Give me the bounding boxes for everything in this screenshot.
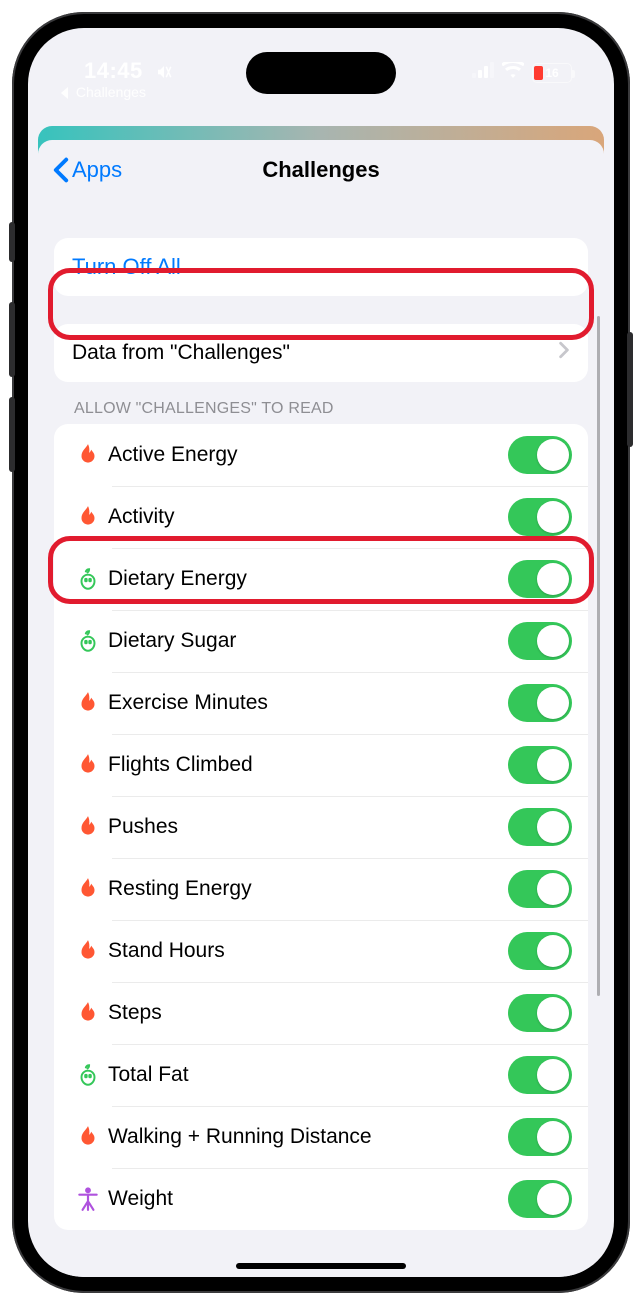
cellular-icon	[472, 62, 494, 83]
status-time: 14:45	[84, 58, 173, 87]
permission-row: Activity	[54, 486, 588, 548]
permission-label: Steps	[108, 1001, 508, 1025]
page-title: Challenges	[262, 157, 379, 183]
permission-row: Steps	[54, 982, 588, 1044]
screen: 14:45 Challenges 16	[28, 28, 614, 1277]
permission-label: Activity	[108, 505, 508, 529]
back-button[interactable]: Apps	[52, 157, 122, 183]
permission-row: Walking + Running Distance	[54, 1106, 588, 1168]
permission-toggle[interactable]	[508, 436, 572, 474]
permission-label: Total Fat	[108, 1063, 508, 1087]
permission-row: Exercise Minutes	[54, 672, 588, 734]
nav-bar: Apps Challenges	[38, 140, 604, 200]
permission-toggle[interactable]	[508, 622, 572, 660]
body-icon	[68, 1186, 108, 1212]
mute-switch	[9, 222, 15, 262]
permission-row: Weight	[54, 1168, 588, 1230]
permission-label: Stand Hours	[108, 939, 508, 963]
flame-icon	[68, 442, 108, 468]
volume-up	[9, 302, 15, 377]
volume-down	[9, 397, 15, 472]
flame-icon	[68, 1124, 108, 1150]
permission-row: Stand Hours	[54, 920, 588, 982]
permission-row: Dietary Energy	[54, 548, 588, 610]
apple-icon	[68, 566, 108, 592]
permission-toggle[interactable]	[508, 1180, 572, 1218]
flame-icon	[68, 1000, 108, 1026]
breadcrumb-back[interactable]: Challenges	[60, 84, 146, 100]
dynamic-island	[246, 52, 396, 94]
permission-row: Active Energy	[54, 424, 588, 486]
permission-label: Resting Energy	[108, 877, 508, 901]
device-frame: 14:45 Challenges 16	[12, 12, 630, 1293]
wifi-icon	[502, 62, 524, 83]
section-header: Allow "Challenges" to read	[54, 382, 588, 424]
flame-icon	[68, 690, 108, 716]
content-scroll[interactable]: Turn Off All Data from "Challenges" Allo…	[38, 200, 604, 1277]
permission-label: Dietary Energy	[108, 567, 508, 591]
permission-label: Flights Climbed	[108, 753, 508, 777]
permission-row: Flights Climbed	[54, 734, 588, 796]
permissions-list: Active Energy Activity Dietary Energy Dieta…	[54, 424, 588, 1230]
settings-sheet: Apps Challenges Turn Off All Data	[38, 140, 604, 1277]
flame-icon	[68, 814, 108, 840]
permission-toggle[interactable]	[508, 498, 572, 536]
permission-row: Total Fat	[54, 1044, 588, 1106]
status-bar: 14:45 Challenges 16	[28, 28, 614, 124]
permission-toggle[interactable]	[508, 870, 572, 908]
permission-toggle[interactable]	[508, 808, 572, 846]
permission-toggle[interactable]	[508, 1118, 572, 1156]
permission-toggle[interactable]	[508, 1056, 572, 1094]
permission-row: Dietary Sugar	[54, 610, 588, 672]
scrollbar-indicator	[597, 316, 600, 996]
permission-label: Pushes	[108, 815, 508, 839]
turn-off-all-button[interactable]: Turn Off All	[54, 238, 588, 296]
permission-toggle[interactable]	[508, 932, 572, 970]
power-button	[627, 332, 633, 447]
permission-label: Active Energy	[108, 443, 508, 467]
permission-row: Pushes	[54, 796, 588, 858]
flame-icon	[68, 504, 108, 530]
flame-icon	[68, 752, 108, 778]
permission-label: Weight	[108, 1187, 508, 1211]
apple-icon	[68, 1062, 108, 1088]
permission-toggle[interactable]	[508, 560, 572, 598]
data-from-app-button[interactable]: Data from "Challenges"	[54, 324, 588, 382]
permission-toggle[interactable]	[508, 746, 572, 784]
apple-icon	[68, 628, 108, 654]
battery-indicator: 16	[532, 63, 572, 83]
permission-label: Exercise Minutes	[108, 691, 508, 715]
permission-toggle[interactable]	[508, 994, 572, 1032]
permission-label: Walking + Running Distance	[108, 1125, 508, 1149]
permission-toggle[interactable]	[508, 684, 572, 722]
permission-label: Dietary Sugar	[108, 629, 508, 653]
flame-icon	[68, 938, 108, 964]
home-indicator[interactable]	[236, 1263, 406, 1269]
permission-row: Resting Energy	[54, 858, 588, 920]
chevron-right-icon	[558, 341, 570, 365]
flame-icon	[68, 876, 108, 902]
silent-mode-icon	[155, 61, 173, 87]
